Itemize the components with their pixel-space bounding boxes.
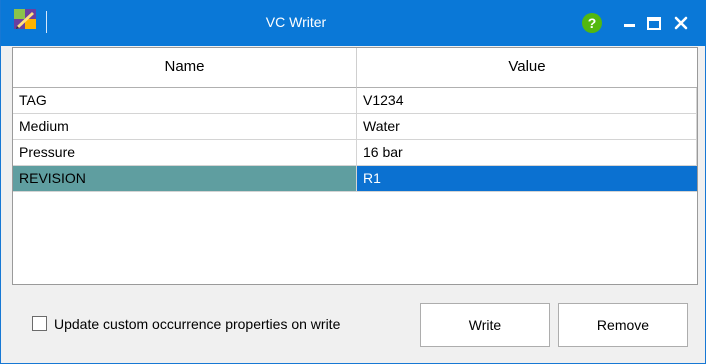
- maximize-icon[interactable]: [643, 12, 665, 34]
- value-cell[interactable]: Water: [357, 114, 697, 140]
- table-row[interactable]: Pressure 16 bar: [13, 140, 697, 166]
- minimize-icon[interactable]: [618, 12, 640, 34]
- update-occurrence-label[interactable]: Update custom occurrence properties on w…: [54, 316, 340, 332]
- name-cell[interactable]: TAG: [13, 88, 357, 114]
- value-cell[interactable]: 16 bar: [357, 140, 697, 166]
- value-cell[interactable]: V1234: [357, 88, 697, 114]
- table-row-selected[interactable]: REVISION R1: [13, 166, 697, 192]
- name-cell[interactable]: REVISION: [13, 166, 357, 192]
- column-header-value[interactable]: Value: [357, 48, 697, 88]
- window-title: VC Writer: [265, 14, 327, 30]
- name-cell[interactable]: Pressure: [13, 140, 357, 166]
- table-row[interactable]: TAG V1234: [13, 88, 697, 114]
- remove-button[interactable]: Remove: [558, 303, 688, 347]
- write-button[interactable]: Write: [420, 303, 550, 347]
- title-bar[interactable]: VC Writer ?: [1, 0, 706, 46]
- close-icon[interactable]: [670, 12, 692, 34]
- help-icon[interactable]: ?: [582, 13, 602, 33]
- name-cell[interactable]: Medium: [13, 114, 357, 140]
- value-cell[interactable]: R1: [357, 166, 697, 192]
- column-header-name[interactable]: Name: [13, 48, 357, 88]
- properties-grid[interactable]: Name Value TAG V1234 Medium Water Pressu…: [12, 47, 698, 285]
- table-row[interactable]: Medium Water: [13, 114, 697, 140]
- update-occurrence-checkbox[interactable]: [32, 316, 47, 331]
- vc-writer-window: VC Writer ? Name Value TAG V1234 Medium …: [0, 0, 706, 364]
